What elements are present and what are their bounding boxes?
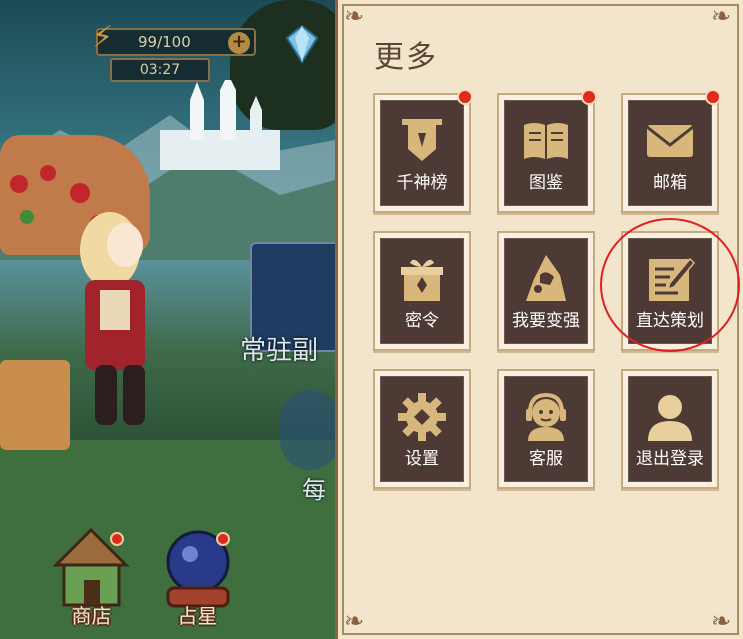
tile-label: 千神榜 [396, 173, 448, 193]
nav-shop-label: 商店 [71, 604, 112, 628]
mailbox-button[interactable]: 邮箱 [621, 89, 721, 213]
lightning-bolt-icon: ⚡ [92, 20, 114, 55]
tile-label: 邮箱 [653, 173, 687, 193]
nav-astrology-label: 占星 [177, 604, 218, 628]
customer-service-button[interactable]: 客服 [497, 369, 595, 489]
more-panel: ❧ ❧ ❧ ❧ 更多 千神榜 图鉴 邮箱 密令 我要变强 直达策划 设置 客服 … [335, 0, 743, 639]
nav-shop-button[interactable]: 商店 [44, 520, 139, 635]
tile-label: 图鉴 [529, 173, 563, 193]
banner-icon [402, 119, 442, 161]
codex-button[interactable]: 图鉴 [497, 89, 597, 213]
get-stronger-button[interactable]: 我要变强 [497, 231, 595, 351]
nav-astrology-button[interactable]: 占星 [150, 520, 245, 635]
book-icon [524, 123, 568, 159]
user-logout-icon [648, 395, 692, 441]
daily-label[interactable]: 每 [302, 470, 326, 505]
corner-ornament-icon: ❧ [711, 2, 732, 30]
corner-ornament-icon: ❧ [711, 607, 732, 635]
tile-label: 退出登录 [636, 449, 704, 469]
daily-orb[interactable] [280, 390, 340, 470]
energy-bar: ⚡ 99/100 + [92, 20, 256, 56]
leaderboard-button[interactable]: 千神榜 [373, 89, 473, 213]
panel-title: 更多 [374, 40, 438, 75]
gear-icon [398, 393, 446, 441]
settings-button[interactable]: 设置 [373, 369, 471, 489]
corner-ornament-icon: ❧ [344, 2, 365, 30]
headset-support-icon [526, 392, 566, 441]
secret-code-button[interactable]: 密令 [373, 231, 471, 351]
tile-label: 密令 [405, 311, 439, 331]
corner-ornament-icon: ❧ [344, 607, 365, 635]
crystal-gem-icon[interactable] [285, 24, 319, 64]
notification-badge [705, 89, 721, 105]
permanent-dungeon-label[interactable]: 常驻副 [240, 330, 318, 367]
energy-value: 99/100 [138, 33, 191, 51]
energy-timer: 03:27 [110, 58, 210, 82]
notification-badge [581, 89, 597, 105]
hooded-figure-icon [526, 255, 566, 301]
contact-planner-button[interactable]: 直达策划 [621, 231, 719, 351]
plus-icon[interactable]: + [228, 32, 250, 54]
castle-illustration [160, 80, 280, 170]
logout-button[interactable]: 退出登录 [621, 369, 719, 489]
tile-label: 设置 [405, 449, 439, 469]
notepad-pen-icon [649, 257, 696, 301]
tile-label: 直达策划 [636, 311, 704, 331]
mail-icon [646, 125, 694, 157]
game-character[interactable] [55, 190, 185, 440]
tile-label: 客服 [529, 449, 563, 469]
tile-label: 我要变强 [512, 311, 580, 331]
notification-badge [457, 89, 473, 105]
gift-box-icon [401, 259, 443, 301]
